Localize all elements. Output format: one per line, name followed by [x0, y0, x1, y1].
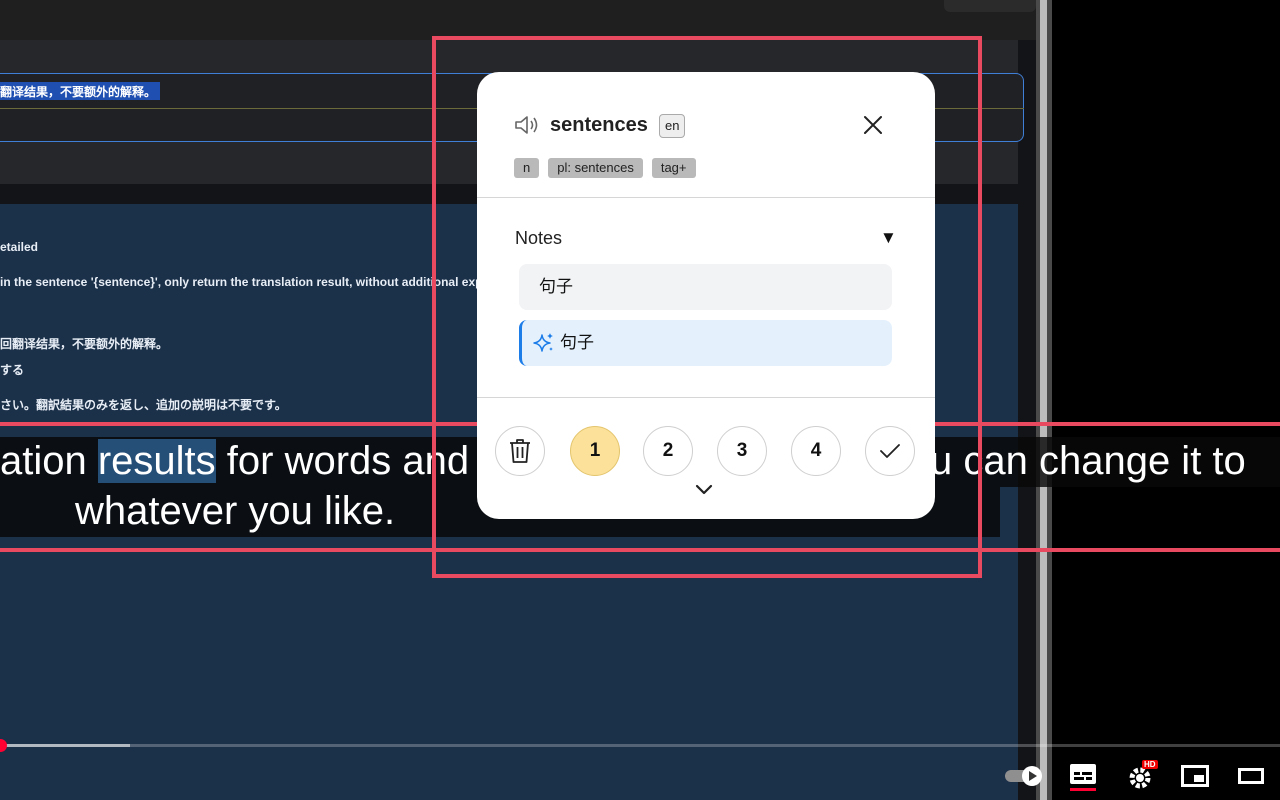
word-title: sentences [550, 114, 648, 136]
rating-1-button[interactable]: 1 [570, 426, 620, 476]
progress-buffered [0, 744, 130, 747]
note-item[interactable]: 句子 [519, 264, 892, 310]
notes-label: Notes [515, 228, 563, 248]
highlighted-prompt-text: 翻译结果，不要额外的解释。 [0, 82, 161, 100]
confirm-button[interactable] [865, 426, 915, 476]
sparkle-icon [533, 333, 553, 352]
add-tag-button[interactable]: tag+ [651, 158, 696, 178]
notes-collapse-toggle[interactable]: ▼ [880, 228, 897, 248]
language-badge: en [659, 114, 686, 138]
chevron-down-icon[interactable] [692, 479, 716, 501]
topbar-button[interactable] [944, 0, 1036, 12]
ai-note-item[interactable]: 句子 [519, 320, 892, 366]
close-icon[interactable] [860, 112, 886, 138]
rating-2-button[interactable]: 2 [643, 426, 693, 476]
trash-icon [510, 439, 530, 463]
divider [477, 397, 935, 398]
caption-line-1: ation results for words and [0, 439, 469, 484]
action-bar: 1 2 3 4 [495, 426, 917, 476]
autoplay-toggle[interactable] [1002, 760, 1046, 792]
panel-line: etailed [0, 240, 39, 254]
subtitles-button[interactable] [1066, 760, 1100, 792]
letterbox [1052, 0, 1280, 800]
rating-4-button[interactable]: 4 [791, 426, 841, 476]
speaker-icon[interactable] [514, 114, 540, 136]
panel-line: 回翻译结果，不要额外的解释。 [0, 337, 169, 351]
tag-plural[interactable]: pl: sentences [548, 158, 643, 178]
panel-line: さい。翻訳結果のみを返し、追加の説明は不要です。 [0, 398, 287, 412]
caption-selected-word[interactable]: results [97, 439, 216, 483]
panel-line: in the sentence '{sentence}', only retur… [0, 275, 483, 289]
checkmark-icon [880, 444, 900, 458]
theater-mode-button[interactable] [1236, 760, 1266, 792]
miniplayer-button[interactable] [1180, 760, 1210, 792]
caption-word: ation [0, 439, 98, 483]
panel-line: する [0, 363, 25, 377]
word-popup-card: sentences en n pl: sentences tag+ Notes … [477, 72, 935, 519]
settings-button[interactable]: HD [1122, 760, 1162, 792]
divider [477, 197, 935, 198]
caption-line-2: whatever you like. [75, 489, 396, 533]
tag-list: n pl: sentences tag+ [514, 158, 696, 178]
delete-button[interactable] [495, 426, 545, 476]
hd-badge: HD [1142, 760, 1158, 769]
rating-3-button[interactable]: 3 [717, 426, 767, 476]
progress-bar[interactable] [0, 744, 1280, 747]
tag-part-of-speech[interactable]: n [514, 158, 540, 178]
app-topbar [0, 0, 1040, 40]
scrollbar-thumb[interactable] [1040, 0, 1047, 800]
ai-note-text: 句子 [560, 333, 594, 352]
